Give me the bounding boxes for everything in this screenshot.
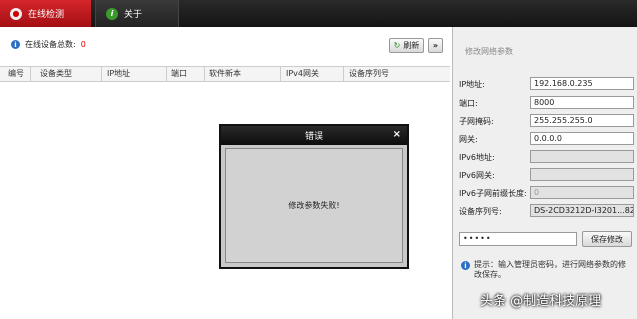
refresh-icon: ↻ [393,41,401,50]
online-check-icon: ● [10,7,22,20]
column-header[interactable]: 设备序列号 [349,68,389,79]
dialog-title: 错误 [304,132,323,142]
field-label: IPv6子网前缀长度: [459,189,527,198]
serial-number-field[interactable]: DS-2CD3212D-I3201...820C [530,204,634,217]
column-divider[interactable] [343,67,344,81]
top-tab-bar: ● 在线检测 i 关于 [0,0,637,27]
ipv6-gateway-field[interactable] [530,168,634,181]
port-field[interactable]: 8000 [530,96,634,109]
column-divider[interactable] [166,67,167,81]
field-label: 设备序列号: [459,207,502,216]
admin-password-input[interactable]: ••••• [459,232,577,246]
ip-address-field[interactable]: 192.168.0.235 [530,77,634,90]
field-label: 网关: [459,135,478,144]
network-params-pane: 修改网络参数 IP地址: 192.168.0.235 端口: 8000 子网掩码… [453,27,637,319]
field-label: 端口: [459,99,478,108]
info-icon: i [461,261,470,270]
panel-title: 修改网络参数 [465,47,513,56]
column-header[interactable]: 编号 [8,68,24,79]
dialog-body: 修改参数失败! [225,148,403,263]
double-chevron-icon: » [432,41,439,50]
subnet-mask-field[interactable]: 255.255.255.0 [530,114,634,127]
watermark: 头条 @制造科技原理 [480,294,602,309]
column-divider[interactable] [204,67,205,81]
refresh-button[interactable]: ↻ 刷新 [389,38,424,53]
error-dialog: 错误 × 修改参数失败! [219,124,409,269]
tip-text: 提示：输入管理员密码，进行网络参数的修改保存。 [474,260,626,279]
close-icon[interactable]: × [393,129,401,140]
device-table-header: 编号 设备类型 IP地址 端口 软件新本 IPv4网关 设备序列号 [0,66,450,82]
column-header[interactable]: 端口 [171,68,187,79]
info-icon: i [106,7,118,20]
device-count-value: 0 [80,40,86,49]
tab-about[interactable]: i 关于 [95,0,179,27]
tip-note: i 提示：输入管理员密码，进行网络参数的修改保存。 [461,260,633,280]
column-header[interactable]: IP地址 [107,68,130,79]
refresh-label: 刷新 [403,41,420,50]
field-label: 子网掩码: [459,117,494,126]
field-label: IPv6网关: [459,171,495,180]
field-label: IPv6地址: [459,153,495,162]
gateway-field[interactable]: 0.0.0.0 [530,132,634,145]
tab-online-check[interactable]: ● 在线检测 [0,0,91,27]
dialog-message: 修改参数失败! [288,201,340,210]
column-header[interactable]: 设备类型 [40,68,72,79]
info-icon: i [11,40,20,49]
ipv6-address-field[interactable] [530,150,634,163]
tab-online-label: 在线检测 [28,10,65,20]
column-header[interactable]: 软件新本 [209,68,241,79]
column-divider[interactable] [101,67,102,81]
field-label: IP地址: [459,80,485,89]
device-count-label: 在线设备总数: [25,40,76,49]
tab-about-label: 关于 [124,10,143,20]
save-changes-label: 保存修改 [591,234,623,244]
column-header[interactable]: IPv4网关 [286,68,319,79]
column-divider[interactable] [280,67,281,81]
device-count: i 在线设备总数: 0 [11,39,86,50]
save-changes-button[interactable]: 保存修改 [582,231,632,247]
column-divider[interactable] [30,67,31,81]
dialog-titlebar[interactable]: 错误 × [221,126,407,145]
ipv6-prefix-field[interactable]: 0 [530,186,634,199]
expand-button[interactable]: » [428,38,443,53]
